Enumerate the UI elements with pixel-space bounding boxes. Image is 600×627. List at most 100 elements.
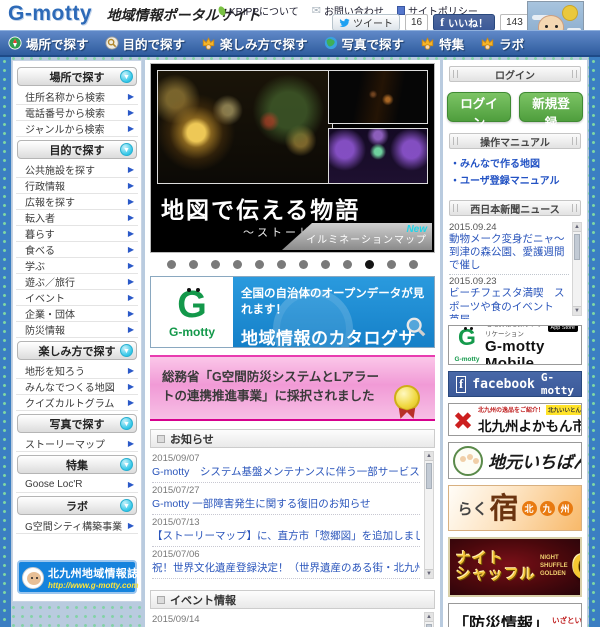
carousel-dot[interactable] bbox=[255, 260, 264, 269]
scrollbar[interactable]: ▲ ▼ bbox=[424, 612, 434, 627]
sidebar-item[interactable]: 地形を知ろう ▶ bbox=[16, 363, 138, 379]
manual-link-register[interactable]: ユーザ登録マニュアル bbox=[450, 173, 580, 190]
carousel-dot[interactable] bbox=[233, 260, 242, 269]
sidebar-item[interactable]: 企業・団体 ▶ bbox=[16, 306, 138, 322]
bullet-icon bbox=[157, 434, 165, 443]
sidebar-section-lab[interactable]: ラボ ▼ bbox=[17, 496, 137, 515]
login-header: ログイン bbox=[449, 66, 581, 82]
site-logo[interactable]: G-motty bbox=[8, 2, 92, 25]
scroll-thumb[interactable] bbox=[574, 234, 580, 260]
scrollbar[interactable]: ▲ ▼ bbox=[424, 451, 434, 579]
nav-item-place[interactable]: 場所で探す bbox=[8, 34, 89, 53]
scroll-up-icon[interactable]: ▲ bbox=[425, 613, 433, 622]
facebook-banner[interactable]: f facebook G-motty bbox=[448, 371, 582, 397]
arrow-right-icon: ▶ bbox=[127, 277, 134, 286]
notice-link[interactable]: G-motty 一部障害発生に関する復旧のお知らせ bbox=[152, 496, 420, 511]
nav-item-purpose[interactable]: 目的で探す bbox=[104, 34, 185, 53]
nav-item-lab[interactable]: ラボ bbox=[480, 34, 524, 53]
saitaku-banner[interactable]: 総務省「G空間防災システムとLアラートの連携推進事業」に採択されました bbox=[150, 355, 435, 421]
sidebar-item[interactable]: ジャンルから検索 ▶ bbox=[16, 121, 138, 137]
carousel-dot[interactable] bbox=[167, 260, 176, 269]
scroll-down-icon[interactable]: ▼ bbox=[573, 306, 581, 315]
news-link[interactable]: 動物メーク変身だニャ～ 到津の森公園、愛護週間で催し bbox=[449, 233, 575, 272]
register-button[interactable]: 新規登録 bbox=[519, 92, 583, 130]
rakuyado-banner[interactable]: らく 宿 北 九 州 bbox=[448, 485, 582, 531]
notice-link[interactable]: G-motty システム基盤メンテナンスに伴う一部サービス停止について bbox=[152, 464, 420, 479]
sidebar-item[interactable]: 広報を探す ▶ bbox=[16, 194, 138, 210]
sidebar-section-photo[interactable]: 写真で探す ▼ bbox=[17, 414, 137, 433]
carousel-dot[interactable] bbox=[211, 260, 220, 269]
scroll-up-icon[interactable]: ▲ bbox=[425, 452, 433, 461]
sidebar-item[interactable]: 電話番号から検索 ▶ bbox=[16, 105, 138, 121]
sidebar-item[interactable]: みんなでつくる地図 ▶ bbox=[16, 379, 138, 395]
carousel-dot[interactable] bbox=[343, 260, 352, 269]
collapse-toggle-icon[interactable]: ▼ bbox=[120, 344, 133, 357]
scroll-up-icon[interactable]: ▲ bbox=[573, 223, 581, 232]
sidebar-item[interactable]: 防災情報 ▶ bbox=[16, 322, 138, 338]
carousel-dot[interactable] bbox=[189, 260, 198, 269]
carousel-dot[interactable] bbox=[365, 260, 374, 269]
notice-date: 2015/07/13 bbox=[152, 517, 200, 528]
leaf-icon bbox=[216, 5, 228, 16]
carousel-dot[interactable] bbox=[277, 260, 286, 269]
magnifier-icon bbox=[406, 317, 426, 337]
sidebar-item[interactable]: 遊ぶ／旅行 ▶ bbox=[16, 274, 138, 290]
sidebar-item[interactable]: 学ぶ ▶ bbox=[16, 258, 138, 274]
events-list: 2015/09/14 【その他】おけいこアミュ「アイシングクッキー教室」【10月… bbox=[150, 609, 435, 627]
carousel-dot[interactable] bbox=[409, 260, 418, 269]
sidebar-item[interactable]: Goose Loc'R ▶ bbox=[16, 477, 138, 493]
catalog-banner[interactable]: G G-motty 全国の自治体のオープンデータが見れます！ 地域情報のカタログ… bbox=[150, 276, 435, 348]
sidebar-item[interactable]: イベント ▶ bbox=[16, 290, 138, 306]
link-about-kripp[interactable]: KRIPPについて bbox=[216, 3, 299, 18]
sidebar-item[interactable]: 転入者 ▶ bbox=[16, 210, 138, 226]
jimoto-ichiban-banner[interactable]: 地元いちばん bbox=[448, 442, 582, 479]
nav-item-feature[interactable]: 特集 bbox=[420, 34, 464, 53]
magnifier-icon bbox=[104, 36, 119, 50]
like-count: 143 bbox=[500, 14, 529, 31]
sidebar-item[interactable]: G空間シティ構築事業 ▶ bbox=[16, 518, 138, 534]
hero-carousel[interactable]: 地図で伝える物語 ～ストーリーマップ～ New イルミネーションマップ bbox=[150, 63, 435, 253]
news-header: 西日本新聞ニュース bbox=[449, 200, 581, 216]
collapse-toggle-icon[interactable]: ▼ bbox=[120, 417, 133, 430]
collapse-toggle-icon[interactable]: ▼ bbox=[120, 70, 133, 83]
nav-item-photo[interactable]: 写真で探す bbox=[324, 34, 404, 53]
collapse-toggle-icon[interactable]: ▼ bbox=[120, 499, 133, 512]
facebook-like-button[interactable]: f いいね！ bbox=[433, 14, 496, 31]
sidebar-item[interactable]: 暮らす ▶ bbox=[16, 226, 138, 242]
sidebar-section-purpose[interactable]: 目的で探す ▼ bbox=[17, 140, 137, 159]
sidebar-item[interactable]: ストーリーマップ ▶ bbox=[16, 436, 138, 452]
carousel-dot[interactable] bbox=[299, 260, 308, 269]
carousel-dot[interactable] bbox=[321, 260, 330, 269]
scroll-down-icon[interactable]: ▼ bbox=[425, 569, 433, 578]
manual-link-map[interactable]: みんなで作る地図 bbox=[450, 156, 580, 173]
scroll-thumb[interactable] bbox=[426, 463, 432, 489]
sidebar-section-enjoy[interactable]: 楽しみ方で探す ▼ bbox=[17, 341, 137, 360]
nav-item-enjoy[interactable]: 楽しみ方で探す bbox=[201, 34, 308, 53]
collapse-toggle-icon[interactable]: ▼ bbox=[120, 143, 133, 156]
sidebar-section-feature[interactable]: 特集 ▼ bbox=[17, 455, 137, 474]
login-button[interactable]: ログイン bbox=[447, 92, 511, 130]
badge-title: 北九州地域情報誌 bbox=[48, 568, 139, 580]
kitakyushu-magazine-badge[interactable]: 北九州地域情報誌 http://www.g-motty.com bbox=[17, 560, 139, 594]
sidebar-section-place[interactable]: 場所で探す ▼ bbox=[17, 67, 137, 86]
night-shuffle-banner[interactable]: ナイト シャッフル NIGHT SHUFFLE GOLDEN G bbox=[448, 537, 582, 597]
arrow-right-icon: ▶ bbox=[127, 366, 134, 375]
sidebar-item[interactable]: クイズカルトグラム ▶ bbox=[16, 395, 138, 411]
scrollbar[interactable]: ▲ ▼ bbox=[572, 222, 582, 316]
yokamon-market-banner[interactable]: 北九州の逸品をご紹介！ 北九いいとん大集合 北九州よかもん市場 bbox=[448, 403, 582, 436]
sidebar-item[interactable]: 行政情報 ▶ bbox=[16, 178, 138, 194]
carousel-dot[interactable] bbox=[387, 260, 396, 269]
g-motty-mobile-banner[interactable]: G G-motty 地域情報を探すアプリケーション App Store G-mo… bbox=[448, 325, 582, 365]
sidebar-item[interactable]: 公共施設を探す ▶ bbox=[16, 162, 138, 178]
collapse-toggle-icon[interactable]: ▼ bbox=[120, 458, 133, 471]
notice-link[interactable]: 祝！世界文化遺産登録決定！（世界遺産のある街・北九州市） bbox=[152, 560, 420, 575]
notice-link[interactable]: 【ストーリーマップ】に、直方市「惣郷図」を追加しました。 bbox=[152, 528, 420, 543]
sidebar-item[interactable]: 食べる ▶ bbox=[16, 242, 138, 258]
bousai-info-banner[interactable]: 「防災情報」 いざという時のために！ bbox=[448, 603, 582, 627]
sidebar-item[interactable]: 住所名称から検索 ▶ bbox=[16, 89, 138, 105]
arrow-right-icon: ▶ bbox=[127, 213, 134, 222]
news-date: 2015.09.24 bbox=[449, 222, 497, 233]
news-link[interactable]: ビーチフェスタ満喫 スポーツや食のイベント 芦屋 bbox=[449, 287, 569, 319]
content-area: 場所で探す ▼ 住所名称から検索 ▶ 電話番号から検索 ▶ ジャンルから検索 ▶ 目的で探す ▼ 公… bbox=[0, 57, 600, 627]
tweet-button[interactable]: ツイート bbox=[332, 14, 400, 31]
